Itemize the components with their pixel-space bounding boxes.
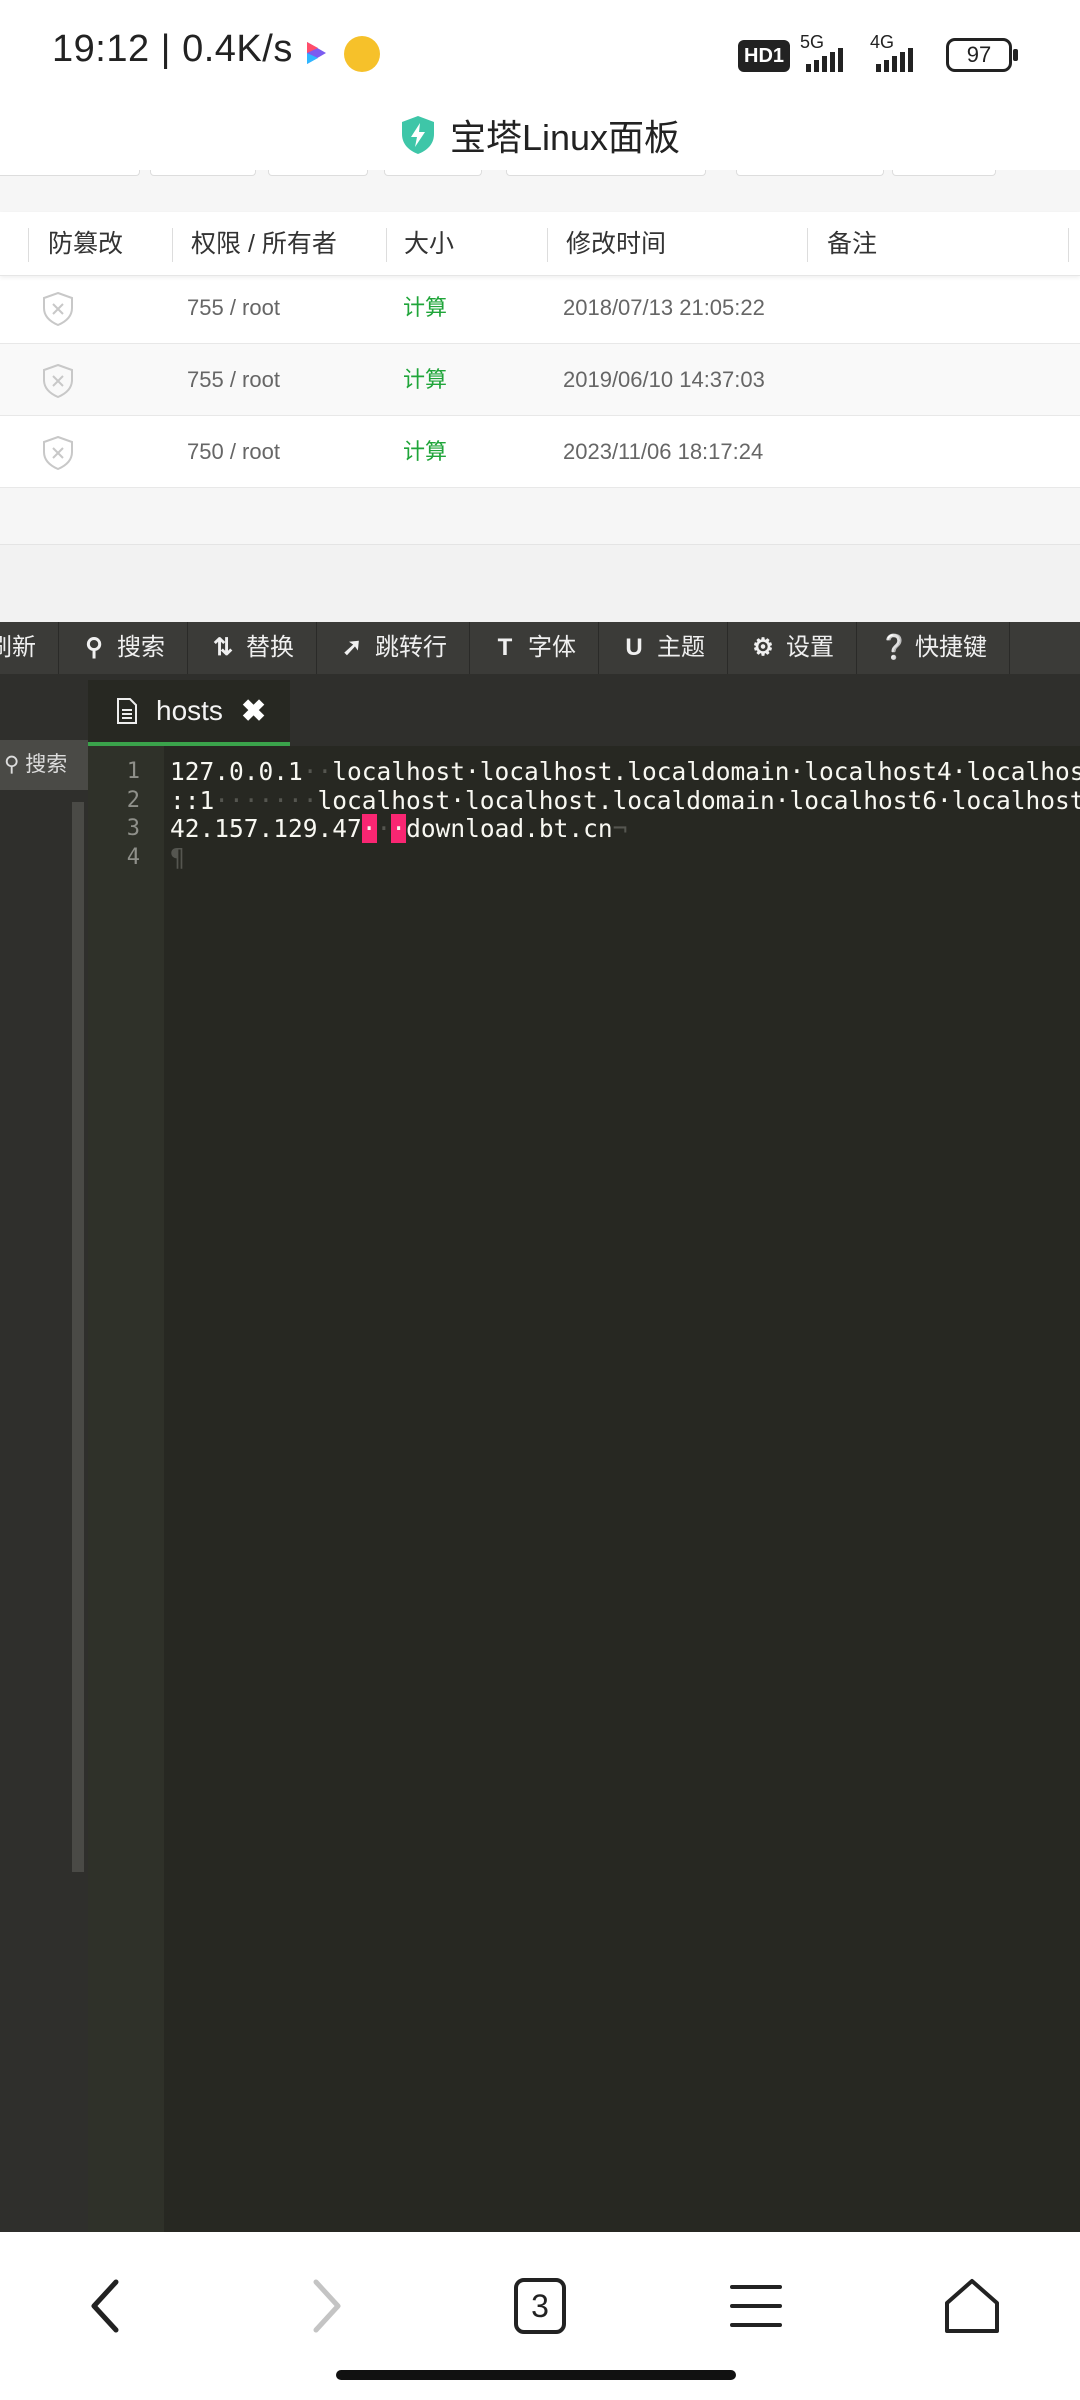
column-header-size[interactable]: 大小 xyxy=(404,212,454,276)
tabs-count: 3 xyxy=(514,2278,566,2334)
code-line[interactable]: 127.0.0.1··localhost·localhost.localdoma… xyxy=(170,758,1080,787)
highlighted-whitespace: · xyxy=(361,814,377,843)
modified-time: 2019/06/10 14:37:03 xyxy=(563,367,765,392)
network-speed: 0.4K/s xyxy=(182,28,293,70)
pin-icon: ➚ xyxy=(341,634,363,661)
editor-tab-bar: hosts ✖ xyxy=(88,674,1080,746)
column-header-note[interactable]: 备注 xyxy=(827,212,877,276)
file-tree-scrollbar[interactable] xyxy=(72,802,84,1872)
highlighted-whitespace: · xyxy=(391,814,407,843)
font-label: 字体 xyxy=(528,634,576,661)
permission-owner[interactable]: 750 / root xyxy=(187,416,280,488)
title-bar: 宝塔Linux面板 xyxy=(0,100,1080,170)
file-tree-search[interactable]: ⚲ 搜索 xyxy=(0,740,88,790)
tabs-button[interactable]: 3 xyxy=(504,2270,576,2342)
size-calculate-link[interactable]: 计算 xyxy=(403,344,447,416)
menu-button[interactable] xyxy=(720,2270,792,2342)
lemon-app-icon xyxy=(344,36,380,72)
table-row[interactable]: 750 / root 计算 2023/11/06 18:17:24 xyxy=(0,416,1080,488)
line-number: 4 xyxy=(126,844,140,870)
menu-icon xyxy=(730,2285,782,2327)
line-number: 2 xyxy=(126,787,140,813)
code-line[interactable]: 42.157.129.47···download.bt.cn¬ xyxy=(170,814,1080,844)
tab-hosts[interactable]: hosts ✖ xyxy=(88,680,290,746)
back-arrow-icon xyxy=(91,2279,119,2333)
permission-owner[interactable]: 755 / root xyxy=(187,272,280,344)
toolbar-remnant xyxy=(0,170,1080,178)
settings-label: 设置 xyxy=(786,634,834,661)
line-number-gutter: 1 2 3 4 xyxy=(88,746,164,2232)
replace-icon: ⇅ xyxy=(212,634,234,661)
status-separator: | xyxy=(160,28,172,70)
column-header-permission[interactable]: 权限 / 所有者 xyxy=(191,212,337,276)
tamper-shield-icon[interactable] xyxy=(42,364,74,398)
forward-arrow-icon xyxy=(313,2279,341,2333)
font-icon: T xyxy=(497,634,513,661)
column-header-mtime[interactable]: 修改时间 xyxy=(566,212,666,276)
theme-button[interactable]: U 主题 xyxy=(599,622,728,674)
gear-icon: ⚙ xyxy=(752,634,774,661)
hd-badge: HD1 xyxy=(738,40,791,72)
theme-label: 主题 xyxy=(657,634,705,661)
permission-owner[interactable]: 755 / root xyxy=(187,344,280,416)
forward-button[interactable] xyxy=(290,2270,362,2342)
status-time-speed: 19:12 | 0.4K/s xyxy=(52,28,293,71)
modified-time: 2023/11/06 18:17:24 xyxy=(563,439,764,464)
file-icon xyxy=(117,698,137,724)
font-button[interactable]: T 字体 xyxy=(470,622,599,674)
screen: { "status_bar": { "time": "19:12", "sepa… xyxy=(0,0,1080,2400)
close-icon[interactable]: ✖ xyxy=(241,694,266,729)
table-row[interactable]: 755 / root 计算 2019/06/10 14:37:03 xyxy=(0,344,1080,416)
shield-bolt-icon xyxy=(401,116,434,154)
magnet-icon: U xyxy=(625,634,643,661)
video-app-icon xyxy=(307,42,326,64)
home-button[interactable] xyxy=(936,2270,1008,2342)
replace-button[interactable]: ⇅ 替换 xyxy=(188,622,317,674)
search-label: 搜索 xyxy=(117,634,165,661)
refresh-label: 刷新 xyxy=(0,634,36,661)
search-button[interactable]: ⚲ 搜索 xyxy=(59,622,188,674)
status-bar: 19:12 | 0.4K/s HD1 5G 4G 97 xyxy=(0,0,1080,100)
search-icon: ⚲ xyxy=(85,634,103,661)
file-table-header: 防篡改 权限 / 所有者 大小 修改时间 备注 xyxy=(0,212,1080,276)
page-title: 宝塔Linux面板 xyxy=(449,117,681,158)
browser-bottom-nav: 3 xyxy=(0,2232,1080,2400)
replace-label: 替换 xyxy=(246,634,294,661)
tamper-shield-icon[interactable] xyxy=(42,436,74,470)
home-indicator[interactable] xyxy=(336,2370,736,2380)
editor-toolbar: 刷新 ⚲ 搜索 ⇅ 替换 ➚ 跳转行 T 字体 U 主题 ⚙ 设置 ❔ 快捷键 xyxy=(0,622,1080,674)
modified-time: 2018/07/13 21:05:22 xyxy=(563,295,765,320)
home-icon xyxy=(945,2279,999,2333)
file-table-body: 755 / root 计算 2018/07/13 21:05:22 755 / … xyxy=(0,226,1080,488)
tab-hosts-label: hosts xyxy=(156,695,223,726)
file-tree-search-label: 搜索 xyxy=(25,753,68,776)
code-editor-modal: 刷新 ⚲ 搜索 ⇅ 替换 ➚ 跳转行 T 字体 U 主题 ⚙ 设置 ❔ 快捷键 xyxy=(0,622,1080,2232)
code-line[interactable]: ¶ xyxy=(170,843,1080,873)
modal-overlay-edge xyxy=(0,544,1080,622)
shortcuts-label: 快捷键 xyxy=(915,634,987,661)
refresh-button[interactable]: 刷新 xyxy=(0,622,59,674)
tamper-shield-icon[interactable] xyxy=(42,292,74,326)
column-header-tamper[interactable]: 防篡改 xyxy=(48,212,123,276)
goto-line-button[interactable]: ➚ 跳转行 xyxy=(317,622,470,674)
battery-indicator: 97 xyxy=(946,38,1018,72)
help-icon: ❔ xyxy=(879,634,909,661)
back-button[interactable] xyxy=(70,2270,142,2342)
signal-bars-1-icon xyxy=(806,40,843,72)
size-calculate-link[interactable]: 计算 xyxy=(403,272,447,344)
file-manager-background: 防篡改 权限 / 所有者 大小 修改时间 备注 755 / root 计算 20… xyxy=(0,170,1080,622)
signal-bars-2-icon xyxy=(876,40,913,72)
status-time: 19:12 xyxy=(52,28,150,70)
line-number: 1 xyxy=(126,759,140,784)
size-calculate-link[interactable]: 计算 xyxy=(403,416,447,488)
goto-line-label: 跳转行 xyxy=(375,634,447,661)
line-number: 3 xyxy=(126,816,140,841)
code-line[interactable]: ::1·······localhost·localhost.localdomai… xyxy=(170,786,1080,816)
settings-button[interactable]: ⚙ 设置 xyxy=(728,622,857,674)
table-row[interactable]: 755 / root 计算 2018/07/13 21:05:22 xyxy=(0,272,1080,344)
code-area[interactable]: 127.0.0.1··localhost·localhost.localdoma… xyxy=(170,758,1080,2232)
file-tree-panel: ⚲ 搜索 xyxy=(0,674,88,2232)
shortcuts-button[interactable]: ❔ 快捷键 xyxy=(857,622,1010,674)
search-icon: ⚲ xyxy=(4,753,20,776)
